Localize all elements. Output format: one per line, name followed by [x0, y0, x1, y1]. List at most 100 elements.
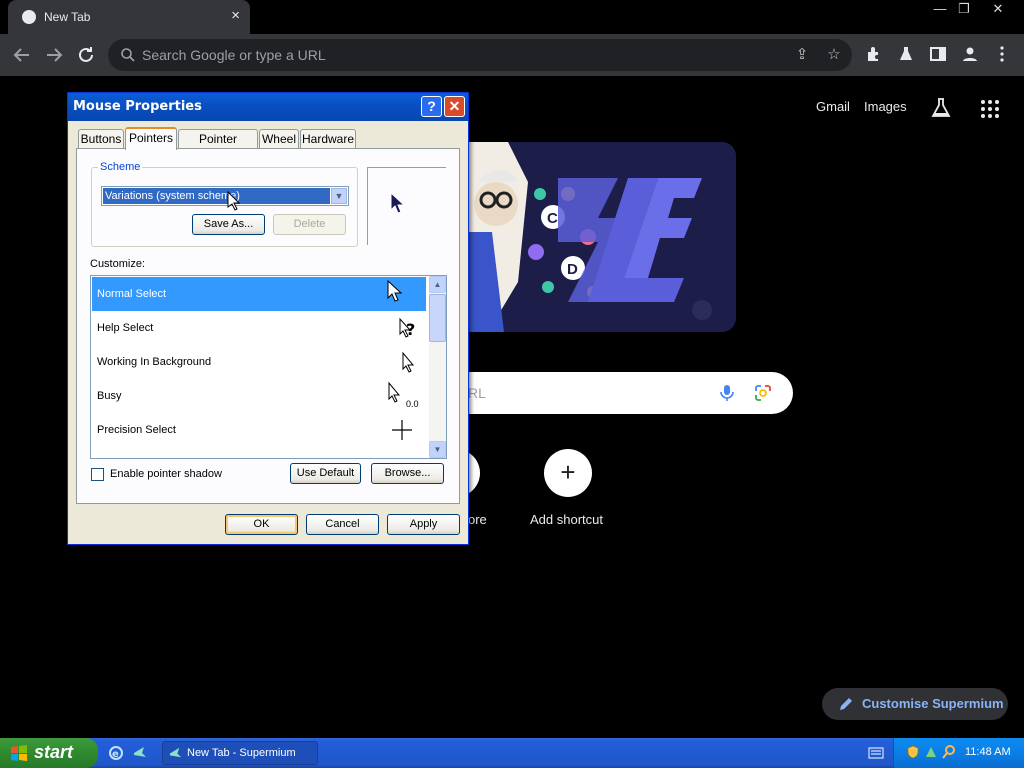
system-tray: 11:48 AM [893, 738, 1024, 768]
list-item-label: Busy [97, 390, 122, 402]
share-icon[interactable]: ⇪ [792, 45, 812, 65]
reload-icon[interactable] [74, 43, 98, 67]
pointer-shadow-checkbox[interactable] [91, 468, 104, 481]
use-default-button[interactable]: Use Default [290, 463, 361, 484]
scroll-down-icon[interactable]: ▼ [429, 441, 446, 458]
ok-button[interactable]: OK [225, 514, 298, 535]
supermium-quicklaunch-icon[interactable] [132, 745, 148, 761]
restore-window-button[interactable]: ❐ [950, 0, 978, 18]
clock: 11:48 AM [965, 746, 1011, 758]
omnibox[interactable]: Search Google or type a URL ⇪ ☆ [108, 39, 852, 71]
add-shortcut-button[interactable]: + [544, 449, 592, 497]
chevron-down-icon[interactable]: ▼ [331, 188, 347, 204]
arrow-cursor-icon [387, 279, 403, 302]
images-link[interactable]: Images [864, 99, 907, 114]
supermium-icon [169, 747, 182, 758]
scheme-combobox[interactable]: Variations (system scheme) ▼ [101, 186, 349, 206]
help-button[interactable]: ? [421, 96, 442, 117]
browse-button[interactable]: Browse... [371, 463, 444, 484]
extensions-icon[interactable] [864, 45, 884, 65]
help-cursor-icon: ? [399, 317, 415, 339]
ntp-search-box[interactable]: RL [430, 372, 793, 414]
search-icon [121, 48, 135, 62]
dialog-titlebar[interactable]: Mouse Properties ? ✕ [68, 93, 468, 121]
browser-toolbar: Search Google or type a URL ⇪ ☆ [0, 34, 1024, 76]
list-item-label: Working In Background [97, 356, 212, 368]
apply-button[interactable]: Apply [387, 514, 460, 535]
ntp-search-placeholder: RL [468, 385, 486, 401]
forward-icon[interactable] [42, 43, 66, 67]
gmail-link[interactable]: Gmail [816, 99, 850, 114]
apps-grid-icon[interactable] [980, 99, 1000, 119]
svg-text:D: D [567, 261, 578, 278]
svg-text:C: C [547, 210, 558, 227]
shortcut-partial-label: ore [468, 512, 487, 527]
pointers-tab-panel: Scheme Variations (system scheme) ▼ Save… [76, 148, 460, 504]
side-panel-icon[interactable] [928, 45, 948, 65]
tab-pointers[interactable]: Pointers [125, 127, 177, 150]
customise-label: Customise Supermium [862, 696, 1004, 711]
taskbar: start e New Tab - Supermium 11:48 AM [0, 738, 1024, 768]
voice-search-icon[interactable] [718, 384, 736, 402]
list-item[interactable]: Busy 0.0 [92, 379, 426, 413]
tab-wheel[interactable]: Wheel [259, 129, 299, 149]
back-icon[interactable] [10, 43, 34, 67]
list-item[interactable]: Normal Select [92, 277, 426, 311]
list-item-label: Precision Select [97, 424, 176, 436]
bookmark-star-icon[interactable]: ☆ [824, 45, 844, 65]
browser-tab[interactable]: New Tab × [8, 0, 250, 34]
search-tray-icon[interactable] [942, 745, 956, 759]
save-as-button[interactable]: Save As... [192, 214, 265, 235]
customise-button[interactable]: Customise Supermium [822, 688, 1008, 720]
start-label: start [34, 742, 74, 762]
list-item[interactable]: Working In Background [92, 345, 426, 379]
menu-kebab-icon[interactable] [992, 45, 1012, 65]
svg-text:?: ? [406, 320, 415, 339]
tab-pointer-options[interactable]: Pointer Options [178, 129, 258, 164]
google-doodle[interactable]: C D [448, 142, 736, 332]
keyboard-icon[interactable] [868, 747, 884, 759]
network-icon[interactable] [924, 745, 938, 759]
browser-titlebar: New Tab × — ❐ ✕ [0, 0, 1024, 34]
taskbar-item-new-tab[interactable]: New Tab - Supermium [162, 741, 318, 765]
profile-icon[interactable] [960, 45, 980, 65]
tab-buttons[interactable]: Buttons [78, 129, 124, 149]
labs-icon[interactable] [930, 97, 952, 119]
crosshair-cursor-icon [392, 420, 412, 440]
scheme-group: Scheme Variations (system scheme) ▼ Save… [91, 161, 358, 247]
scroll-up-icon[interactable]: ▲ [429, 276, 446, 293]
list-item[interactable]: Precision Select [92, 413, 426, 447]
list-item-label: Help Select [97, 322, 154, 334]
mouse-pointer-icon [227, 191, 241, 211]
labs-flask-icon[interactable] [896, 45, 916, 65]
add-shortcut-label: Add shortcut [530, 512, 603, 527]
mouse-properties-dialog: Mouse Properties ? ✕ Buttons Pointers Po… [67, 92, 469, 545]
tab-close-icon[interactable]: × [231, 7, 240, 24]
dialog-title: Mouse Properties [73, 99, 202, 114]
tab-favicon-icon [22, 10, 36, 24]
scheme-label: Scheme [98, 161, 143, 173]
omnibox-placeholder: Search Google or type a URL [142, 47, 326, 63]
close-window-button[interactable]: ✕ [984, 0, 1012, 18]
list-scrollbar[interactable]: ▲ ▼ [429, 276, 446, 458]
list-item[interactable]: Help Select ? [92, 311, 426, 345]
scheme-value: Variations (system scheme) [102, 187, 331, 205]
scroll-thumb[interactable] [429, 294, 446, 342]
cancel-button[interactable]: Cancel [306, 514, 379, 535]
dialog-close-button[interactable]: ✕ [444, 96, 465, 117]
customize-label: Customize: [90, 258, 146, 270]
svg-text:e: e [112, 749, 119, 760]
pointer-listbox[interactable]: Normal Select Help Select ? Working In B… [90, 275, 447, 459]
lens-search-icon[interactable] [754, 384, 772, 402]
pencil-icon [840, 698, 852, 710]
tab-hardware[interactable]: Hardware [300, 129, 356, 149]
background-cursor-icon [402, 351, 415, 373]
delete-button: Delete [273, 214, 346, 235]
start-button[interactable]: start [0, 738, 98, 768]
taskbar-item-label: New Tab - Supermium [187, 747, 296, 759]
cursor-preview [367, 167, 446, 245]
ie-quicklaunch-icon[interactable]: e [108, 745, 124, 761]
security-shield-icon[interactable] [906, 745, 920, 759]
windows-flag-icon [11, 745, 27, 761]
pointer-shadow-label: Enable pointer shadow [110, 468, 222, 480]
